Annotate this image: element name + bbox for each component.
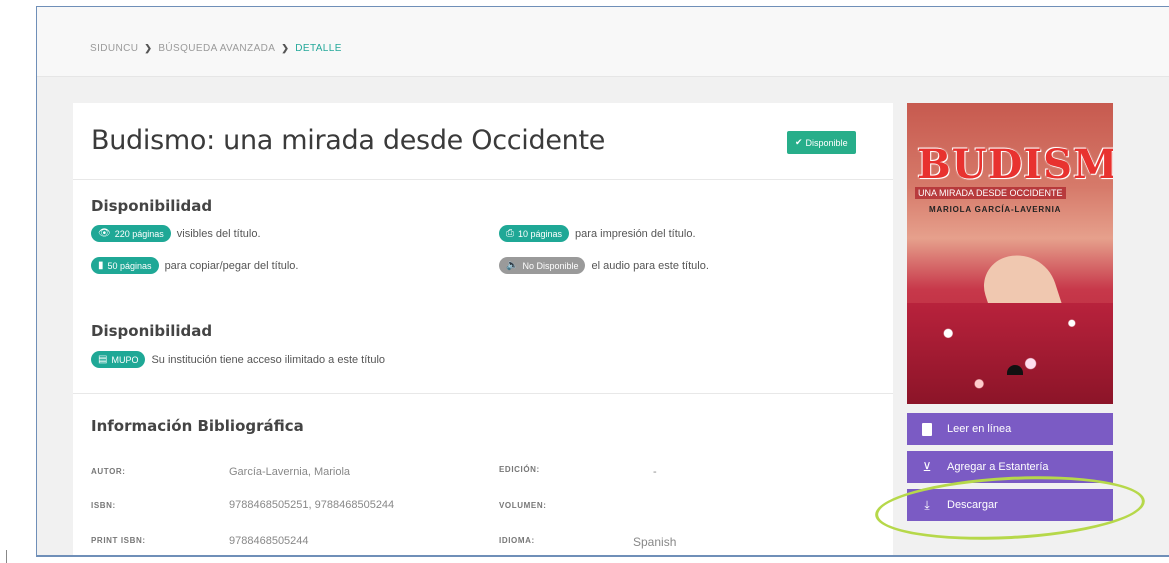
license-item: ▤ MUPO Su institución tiene acceso ilimi… bbox=[91, 351, 385, 368]
book-title: Budismo: una mirada desde Occidente bbox=[91, 125, 606, 156]
speaker-icon: 🔈 bbox=[506, 259, 519, 271]
cover-subtitle: UNA MIRADA DESDE OCCIDENTE bbox=[915, 187, 1066, 199]
breadcrumb: SIDUNCU ❯ BÚSQUEDA AVANZADA ❯ DETALLE bbox=[90, 43, 342, 54]
availability-item-text: el audio para este título. bbox=[591, 259, 709, 272]
cover-author: MARIOLA GARCÍA-LAVERNIA bbox=[929, 205, 1062, 214]
breadcrumb-item-detail: DETALLE bbox=[295, 43, 342, 54]
availability-heading: Disponibilidad bbox=[91, 197, 213, 215]
printer-icon: ⎙ bbox=[506, 227, 514, 239]
audio-badge-label: No Disponible bbox=[522, 260, 579, 271]
breadcrumb-separator-icon: ❯ bbox=[281, 43, 290, 53]
bookshelf-icon: ⊻ bbox=[922, 460, 932, 474]
license-heading: Disponibilidad bbox=[91, 322, 213, 340]
book-cover-image: BUDISMO UNA MIRADA DESDE OCCIDENTE MARIO… bbox=[907, 103, 1113, 404]
top-bar: SIDUNCU ❯ BÚSQUEDA AVANZADA ❯ DETALLE bbox=[37, 7, 1169, 77]
cover-title: BUDISMO bbox=[917, 141, 1113, 188]
author-label: AUTOR: bbox=[91, 467, 126, 476]
availability-item-text: para impresión del título. bbox=[575, 227, 696, 240]
status-badge: ✔ Disponible bbox=[787, 131, 856, 154]
copy-icon: ▮ bbox=[98, 259, 104, 271]
author-value[interactable]: García-Lavernia, Mariola bbox=[229, 466, 350, 478]
license-text: Su institución tiene acceso ilimitado a … bbox=[151, 353, 386, 366]
title-row: Budismo: una mirada desde Occidente ✔ Di… bbox=[91, 125, 871, 165]
print-isbn-label: PRINT ISBN: bbox=[91, 536, 146, 545]
pages-print-badge-label: 10 páginas bbox=[518, 228, 563, 239]
book-detail-card: Budismo: una mirada desde Occidente ✔ Di… bbox=[73, 103, 893, 555]
read-online-label: Leer en línea bbox=[947, 423, 1012, 435]
cover-petals-illustration bbox=[907, 303, 1113, 404]
divider bbox=[73, 393, 893, 394]
pages-visible-badge: 👁 220 páginas bbox=[91, 225, 171, 242]
availability-item-print: ⎙ 10 páginas para impresión del título. bbox=[499, 225, 696, 242]
document-icon bbox=[921, 422, 933, 436]
breadcrumb-item-advanced-search[interactable]: BÚSQUEDA AVANZADA bbox=[158, 43, 275, 54]
publisher-logo-icon bbox=[1007, 365, 1023, 375]
breadcrumb-separator-icon: ❯ bbox=[144, 43, 153, 53]
app-window: SIDUNCU ❯ BÚSQUEDA AVANZADA ❯ DETALLE Bu… bbox=[36, 6, 1169, 557]
divider bbox=[73, 179, 893, 180]
add-to-shelf-label: Agregar a Estantería bbox=[947, 461, 1049, 473]
availability-item-audio: 🔈 No Disponible el audio para este títul… bbox=[499, 257, 709, 274]
volume-label: VOLUMEN: bbox=[499, 501, 547, 510]
eye-icon: 👁 bbox=[98, 227, 111, 239]
status-badge-label: Disponible bbox=[805, 137, 848, 148]
audio-badge: 🔈 No Disponible bbox=[499, 257, 586, 274]
left-edge-line bbox=[6, 550, 7, 563]
check-icon: ✔ bbox=[795, 137, 803, 147]
read-online-button[interactable]: Leer en línea bbox=[907, 413, 1113, 445]
availability-item-text: para copiar/pegar del título. bbox=[164, 259, 299, 272]
isbn-label: ISBN: bbox=[91, 501, 116, 510]
breadcrumb-item-home[interactable]: SIDUNCU bbox=[90, 43, 138, 54]
language-label: IDIOMA: bbox=[499, 536, 535, 545]
isbn-value: 9788468505251, 9788468505244 bbox=[229, 499, 395, 511]
availability-item-visible: 👁 220 páginas visibles del título. bbox=[91, 225, 261, 242]
license-badge-label: MUPO bbox=[111, 354, 139, 365]
pages-copy-badge: ▮ 50 páginas bbox=[91, 257, 159, 274]
license-badge: ▤ MUPO bbox=[91, 351, 146, 368]
edition-label: EDICIÓN: bbox=[499, 465, 540, 474]
language-value: Spanish bbox=[633, 535, 677, 549]
edition-value: - bbox=[653, 466, 657, 478]
bibliographic-heading: Información Bibliográfica bbox=[91, 417, 304, 435]
availability-item-text: visibles del título. bbox=[176, 227, 261, 240]
pages-print-badge: ⎙ 10 páginas bbox=[499, 225, 570, 242]
book-icon: ▤ bbox=[98, 353, 108, 365]
availability-item-copy: ▮ 50 páginas para copiar/pegar del títul… bbox=[91, 257, 298, 274]
print-isbn-value: 9788468505244 bbox=[229, 535, 309, 547]
pages-visible-badge-label: 220 páginas bbox=[114, 228, 164, 239]
pages-copy-badge-label: 50 páginas bbox=[107, 260, 152, 271]
